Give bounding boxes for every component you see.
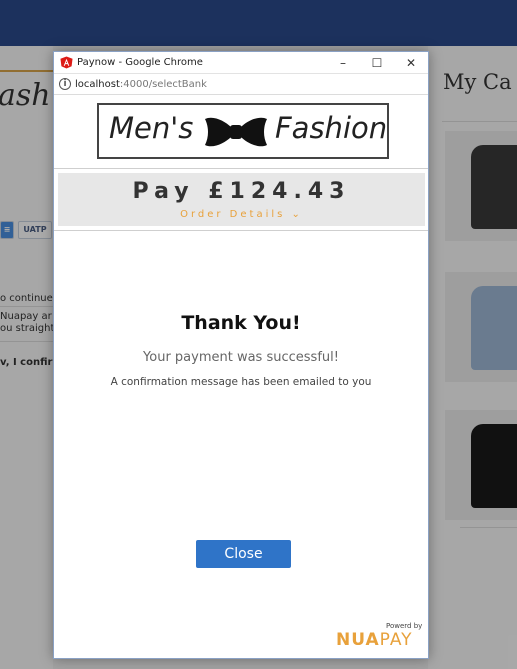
window-title: Paynow - Google Chrome (77, 57, 203, 68)
bowtie-icon (205, 117, 267, 147)
logo-word-fashion: Fashion (275, 111, 388, 145)
payment-summary-panel: Pay £124.43 Order Details ⌄ (58, 173, 425, 226)
powered-by-label: Powerd by (386, 622, 423, 630)
url-path: :4000/selectBank (119, 79, 207, 90)
paynow-popup-window: Paynow - Google Chrome – ☐ ✕ i localhost… (53, 51, 429, 659)
window-close-button[interactable]: ✕ (394, 52, 428, 74)
window-titlebar[interactable]: Paynow - Google Chrome – ☐ ✕ (54, 52, 428, 74)
payment-success-message: Your payment was successful! (143, 350, 339, 365)
minimize-button[interactable]: – (326, 52, 360, 74)
divider (54, 168, 428, 169)
close-button[interactable]: Close (196, 540, 291, 568)
nuapay-logo: NUAPAY (336, 630, 413, 650)
logo-word-mens: Men's (109, 111, 194, 145)
maximize-button[interactable]: ☐ (360, 52, 394, 74)
confirmation-email-note: A confirmation message has been emailed … (110, 376, 372, 388)
angular-app-icon (60, 56, 73, 69)
nuapay-logo-part2: PAY (379, 630, 413, 650)
pay-amount: Pay £124.43 (132, 179, 351, 204)
address-bar[interactable]: i localhost:4000/selectBank (54, 74, 428, 95)
thank-you-heading: Thank You! (181, 312, 301, 334)
divider (54, 230, 428, 231)
order-details-toggle[interactable]: Order Details ⌄ (58, 209, 425, 220)
info-icon[interactable]: i (59, 78, 71, 90)
url-text: localhost:4000/selectBank (75, 79, 207, 90)
url-host: localhost (75, 79, 120, 90)
nuapay-logo-part1: NUA (336, 630, 380, 650)
mens-fashion-logo: Men's Fashion (97, 103, 389, 159)
